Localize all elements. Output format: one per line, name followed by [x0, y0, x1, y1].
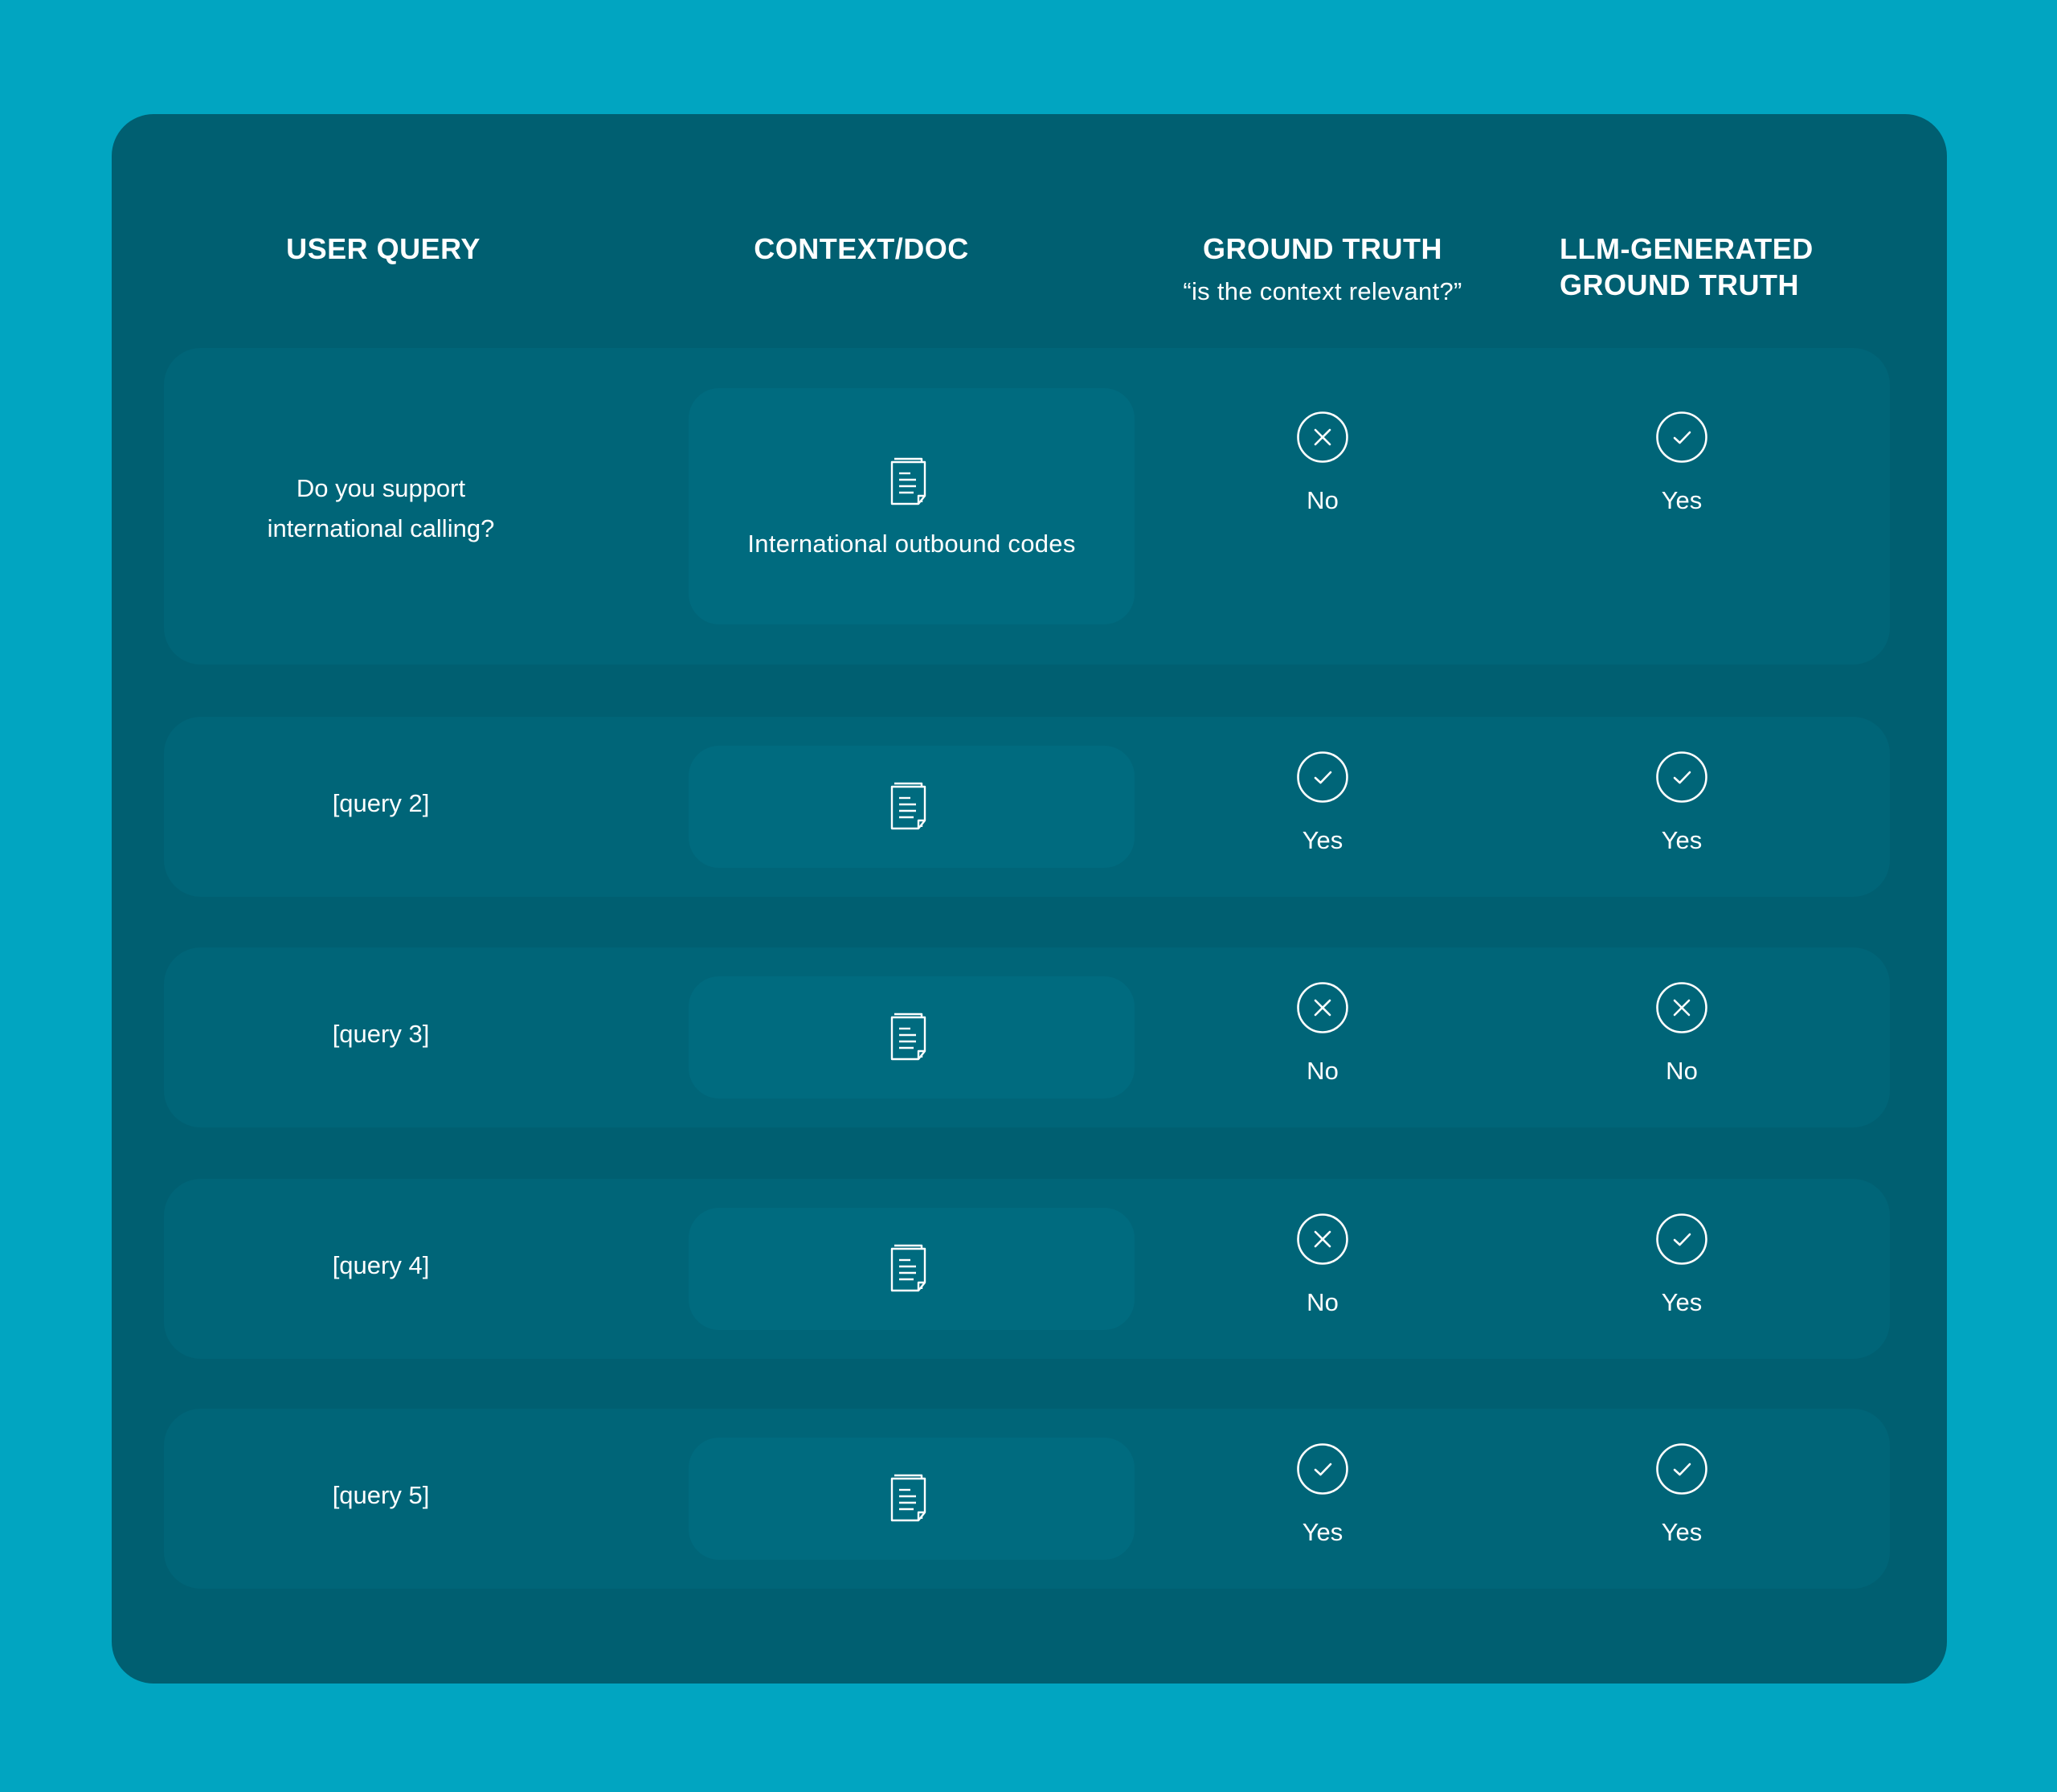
- llm-ground-truth-value: Yes: [1661, 826, 1703, 854]
- table-row: [query 3] No No: [164, 947, 1890, 1127]
- context-doc-card: [689, 746, 1135, 868]
- x-circle-icon: [1296, 1213, 1349, 1266]
- llm-ground-truth-value: Yes: [1661, 486, 1703, 514]
- ground-truth-value: Yes: [1302, 826, 1343, 854]
- ground-truth-value: No: [1307, 1288, 1339, 1316]
- header-ground-truth-title: GROUND TRUTH: [1203, 232, 1442, 265]
- header-context-doc: CONTEXT/DOC: [754, 232, 969, 265]
- document-icon: [889, 456, 933, 507]
- user-query-cell: Do you support international calling?: [164, 468, 598, 549]
- llm-ground-truth-value: No: [1666, 1057, 1698, 1085]
- header-ground-truth-subtitle: “is the context relevant?”: [1183, 277, 1462, 305]
- table-panel: USER QUERY CONTEXT/DOC GROUND TRUTH “is …: [112, 114, 1947, 1684]
- ground-truth-value: Yes: [1302, 1518, 1343, 1546]
- header-user-query: USER QUERY: [286, 232, 481, 265]
- check-circle-icon: [1655, 1442, 1708, 1495]
- check-circle-icon: [1296, 751, 1349, 804]
- table-row: Do you support international calling? In…: [164, 348, 1890, 665]
- user-query-cell: [query 5]: [332, 1481, 430, 1509]
- user-query-line-2: international calling?: [267, 514, 495, 542]
- user-query-line-1: Do you support: [296, 474, 466, 502]
- table-row: [query 4] No Yes: [164, 1179, 1890, 1359]
- x-circle-icon: [1296, 411, 1349, 464]
- check-circle-icon: [1655, 1213, 1708, 1266]
- llm-ground-truth-value: Yes: [1661, 1288, 1703, 1316]
- ground-truth-value: No: [1307, 486, 1339, 514]
- document-icon: [889, 1011, 933, 1062]
- context-doc-title: International outbound codes: [747, 530, 1076, 558]
- user-query-cell: [query 2]: [332, 789, 430, 817]
- document-icon: [889, 1472, 933, 1524]
- header-llm-line-2: GROUND TRUTH: [1560, 268, 1799, 301]
- user-query-cell: [query 4]: [332, 1251, 430, 1279]
- llm-ground-truth-value: Yes: [1661, 1518, 1703, 1546]
- check-circle-icon: [1655, 751, 1708, 804]
- table-row: [query 5] Yes Yes: [164, 1409, 1890, 1589]
- header-ground-truth: GROUND TRUTH “is the context relevant?”: [1183, 231, 1462, 309]
- ground-truth-value: No: [1307, 1057, 1339, 1085]
- header-llm-ground-truth: LLM-GENERATED GROUND TRUTH: [1560, 231, 1814, 303]
- context-doc-card: International outbound codes: [689, 388, 1135, 624]
- context-doc-card: [689, 1208, 1135, 1330]
- context-doc-card: [689, 976, 1135, 1099]
- check-circle-icon: [1655, 411, 1708, 464]
- check-circle-icon: [1296, 1442, 1349, 1495]
- document-icon: [889, 1242, 933, 1294]
- user-query-cell: [query 3]: [332, 1020, 430, 1048]
- x-circle-icon: [1655, 981, 1708, 1034]
- document-icon: [889, 780, 933, 832]
- x-circle-icon: [1296, 981, 1349, 1034]
- context-doc-card: [689, 1438, 1135, 1560]
- table-row: [query 2] Yes Yes: [164, 717, 1890, 897]
- header-llm-line-1: LLM-GENERATED: [1560, 232, 1814, 265]
